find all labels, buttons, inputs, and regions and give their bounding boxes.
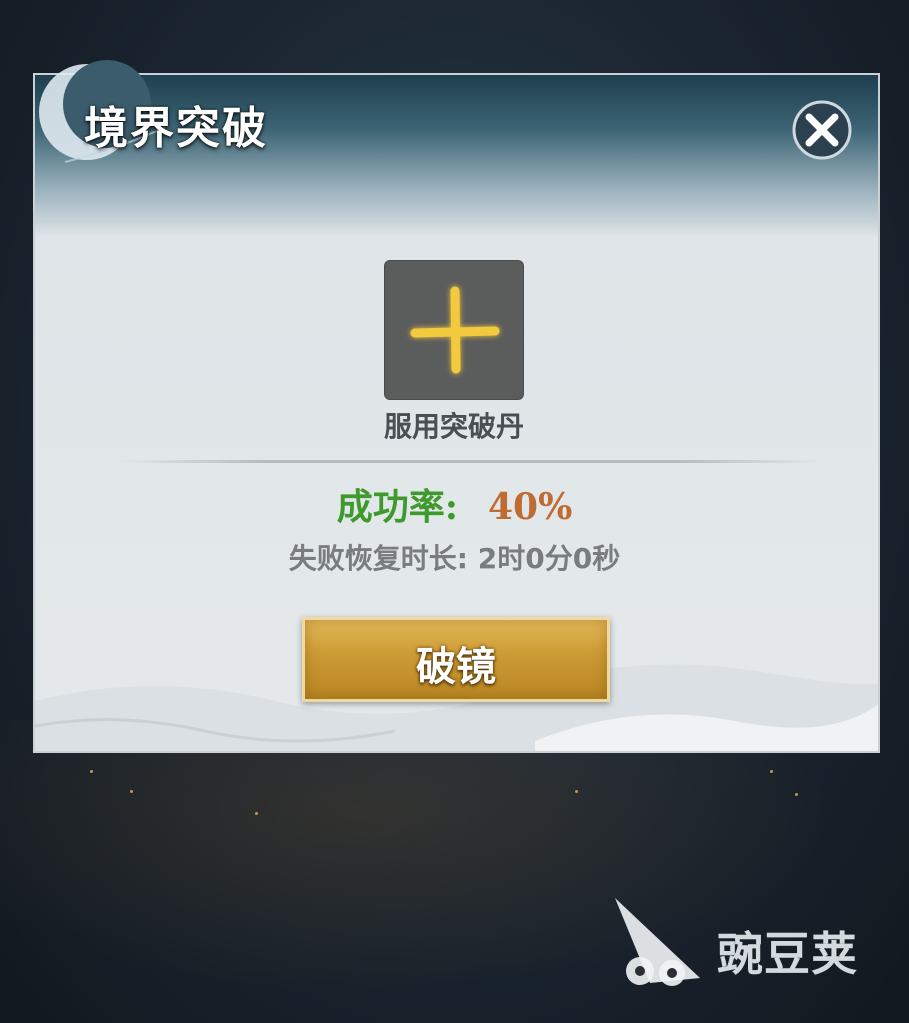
watermark-text: 豌豆荚 xyxy=(717,927,858,981)
ember-spark xyxy=(90,770,93,773)
ember-spark xyxy=(130,790,133,793)
divider xyxy=(120,460,822,463)
breakthrough-pill-slot[interactable] xyxy=(384,260,524,400)
success-rate-row: 成功率: 40% xyxy=(0,478,909,530)
plus-icon xyxy=(410,286,500,374)
success-rate-label: 成功率: xyxy=(336,486,458,528)
close-icon xyxy=(792,100,852,160)
close-button[interactable] xyxy=(787,95,857,165)
ember-spark xyxy=(770,770,773,773)
ember-spark xyxy=(255,812,258,815)
break-realm-button-label: 破镜 xyxy=(416,643,496,690)
dialog-title: 境界突破 xyxy=(84,103,268,154)
ember-spark xyxy=(575,790,578,793)
success-rate-value: 40% xyxy=(487,486,573,528)
item-slot-label: 服用突破丹 xyxy=(383,410,524,443)
recovery-time-text: 失败恢复时长: 2时0分0秒 xyxy=(288,542,621,575)
break-realm-button[interactable]: 破镜 xyxy=(302,617,610,702)
ember-spark xyxy=(795,793,798,796)
